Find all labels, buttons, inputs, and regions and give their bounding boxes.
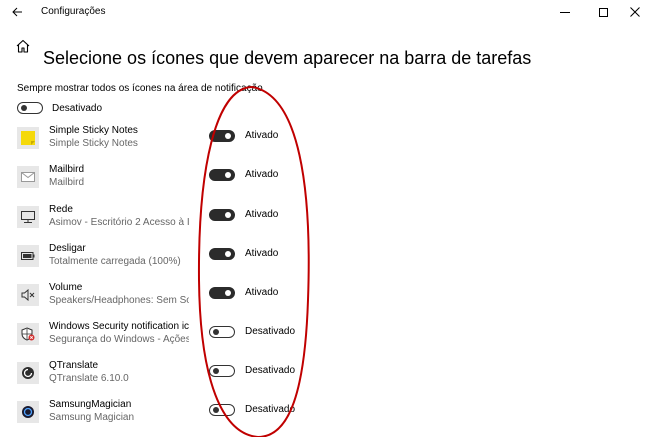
title-bar: Configurações: [0, 0, 650, 24]
arrow-left-icon: [11, 7, 22, 17]
toggle-knob: [225, 172, 231, 178]
item-description: Asimov - Escritório 2 Acesso à Internet: [49, 217, 189, 228]
toggle-rede[interactable]: [209, 209, 235, 221]
toggle-mailbird[interactable]: [209, 169, 235, 181]
item-state: Ativado: [245, 130, 279, 141]
toggle-knob: [213, 328, 219, 335]
always-show-toggle-row: Desativado: [17, 101, 102, 115]
item-state: Desativado: [245, 365, 296, 376]
home-icon[interactable]: [15, 38, 31, 54]
qtranslate-icon: [17, 362, 39, 384]
item-description: Segurança do Windows - Ações necessárias: [49, 334, 189, 345]
always-show-state: Desativado: [52, 102, 103, 114]
list-item-volume: Volume Speakers/Headphones: Sem Som Ativ…: [0, 282, 650, 316]
toggle-knob: [213, 406, 219, 413]
item-state: Ativado: [245, 287, 279, 298]
toggle-windows-security[interactable]: [209, 326, 235, 338]
item-name: Windows Security notification icon: [49, 321, 189, 332]
item-description: Mailbird: [49, 177, 85, 188]
item-name: Rede: [49, 204, 73, 215]
toggle-knob: [213, 367, 219, 374]
item-description: Samsung Magician: [49, 412, 135, 423]
always-show-label: Sempre mostrar todos os ícones na área d…: [17, 83, 263, 94]
back-button[interactable]: [6, 2, 28, 22]
close-button[interactable]: [618, 0, 650, 24]
battery-icon: [17, 245, 39, 267]
item-state: Desativado: [245, 404, 296, 415]
list-item-qtranslate: QTranslate QTranslate 6.10.0 Desativado: [0, 360, 650, 394]
list-item-desligar: Desligar Totalmente carregada (100%) Ati…: [0, 243, 650, 277]
sticky-note-icon: [17, 127, 39, 149]
item-description: Speakers/Headphones: Sem Som: [49, 295, 189, 306]
item-name: Volume: [49, 282, 83, 293]
toggle-samsung-magician[interactable]: [209, 404, 235, 416]
toggle-qtranslate[interactable]: [209, 365, 235, 377]
speaker-muted-icon: [17, 284, 39, 306]
list-item-simple-sticky-notes: Simple Sticky Notes Simple Sticky Notes …: [0, 125, 650, 159]
always-show-toggle[interactable]: [17, 102, 43, 114]
item-name: Desligar: [49, 243, 86, 254]
toggle-knob: [225, 251, 231, 257]
toggle-knob: [225, 133, 231, 139]
toggle-knob: [225, 212, 231, 218]
item-description: Simple Sticky Notes: [49, 138, 138, 149]
toggle-volume[interactable]: [209, 287, 235, 299]
toggle-knob: [225, 290, 231, 296]
minimize-icon: [560, 12, 570, 13]
shield-alert-icon: [17, 323, 39, 345]
item-name: QTranslate: [49, 360, 99, 371]
network-monitor-icon: [17, 206, 39, 228]
list-item-rede: Rede Asimov - Escritório 2 Acesso à Inte…: [0, 204, 650, 238]
item-state: Ativado: [245, 248, 279, 259]
page-title: Selecione os ícones que devem aparecer n…: [43, 48, 532, 69]
samsung-magician-icon: [17, 401, 39, 423]
item-name: Simple Sticky Notes: [49, 125, 138, 136]
list-item-samsung-magician: SamsungMagician Samsung Magician Desativ…: [0, 399, 650, 433]
maximize-icon: [598, 7, 608, 17]
item-name: Mailbird: [49, 164, 85, 175]
toggle-desligar[interactable]: [209, 248, 235, 260]
item-state: Ativado: [245, 169, 279, 180]
envelope-icon: [17, 166, 39, 188]
maximize-button[interactable]: [586, 0, 620, 24]
item-state: Ativado: [245, 209, 279, 220]
toggle-knob: [21, 104, 27, 111]
toggle-simple-sticky-notes[interactable]: [209, 130, 235, 142]
item-description: Totalmente carregada (100%): [49, 256, 181, 267]
item-state: Desativado: [245, 326, 296, 337]
item-name: SamsungMagician: [49, 399, 132, 410]
list-item-mailbird: Mailbird Mailbird Ativado: [0, 164, 650, 198]
list-item-windows-security: Windows Security notification icon Segur…: [0, 321, 650, 355]
item-description: QTranslate 6.10.0: [49, 373, 129, 384]
minimize-button[interactable]: [548, 0, 582, 24]
close-icon: [630, 7, 640, 17]
app-title: Configurações: [41, 6, 106, 17]
